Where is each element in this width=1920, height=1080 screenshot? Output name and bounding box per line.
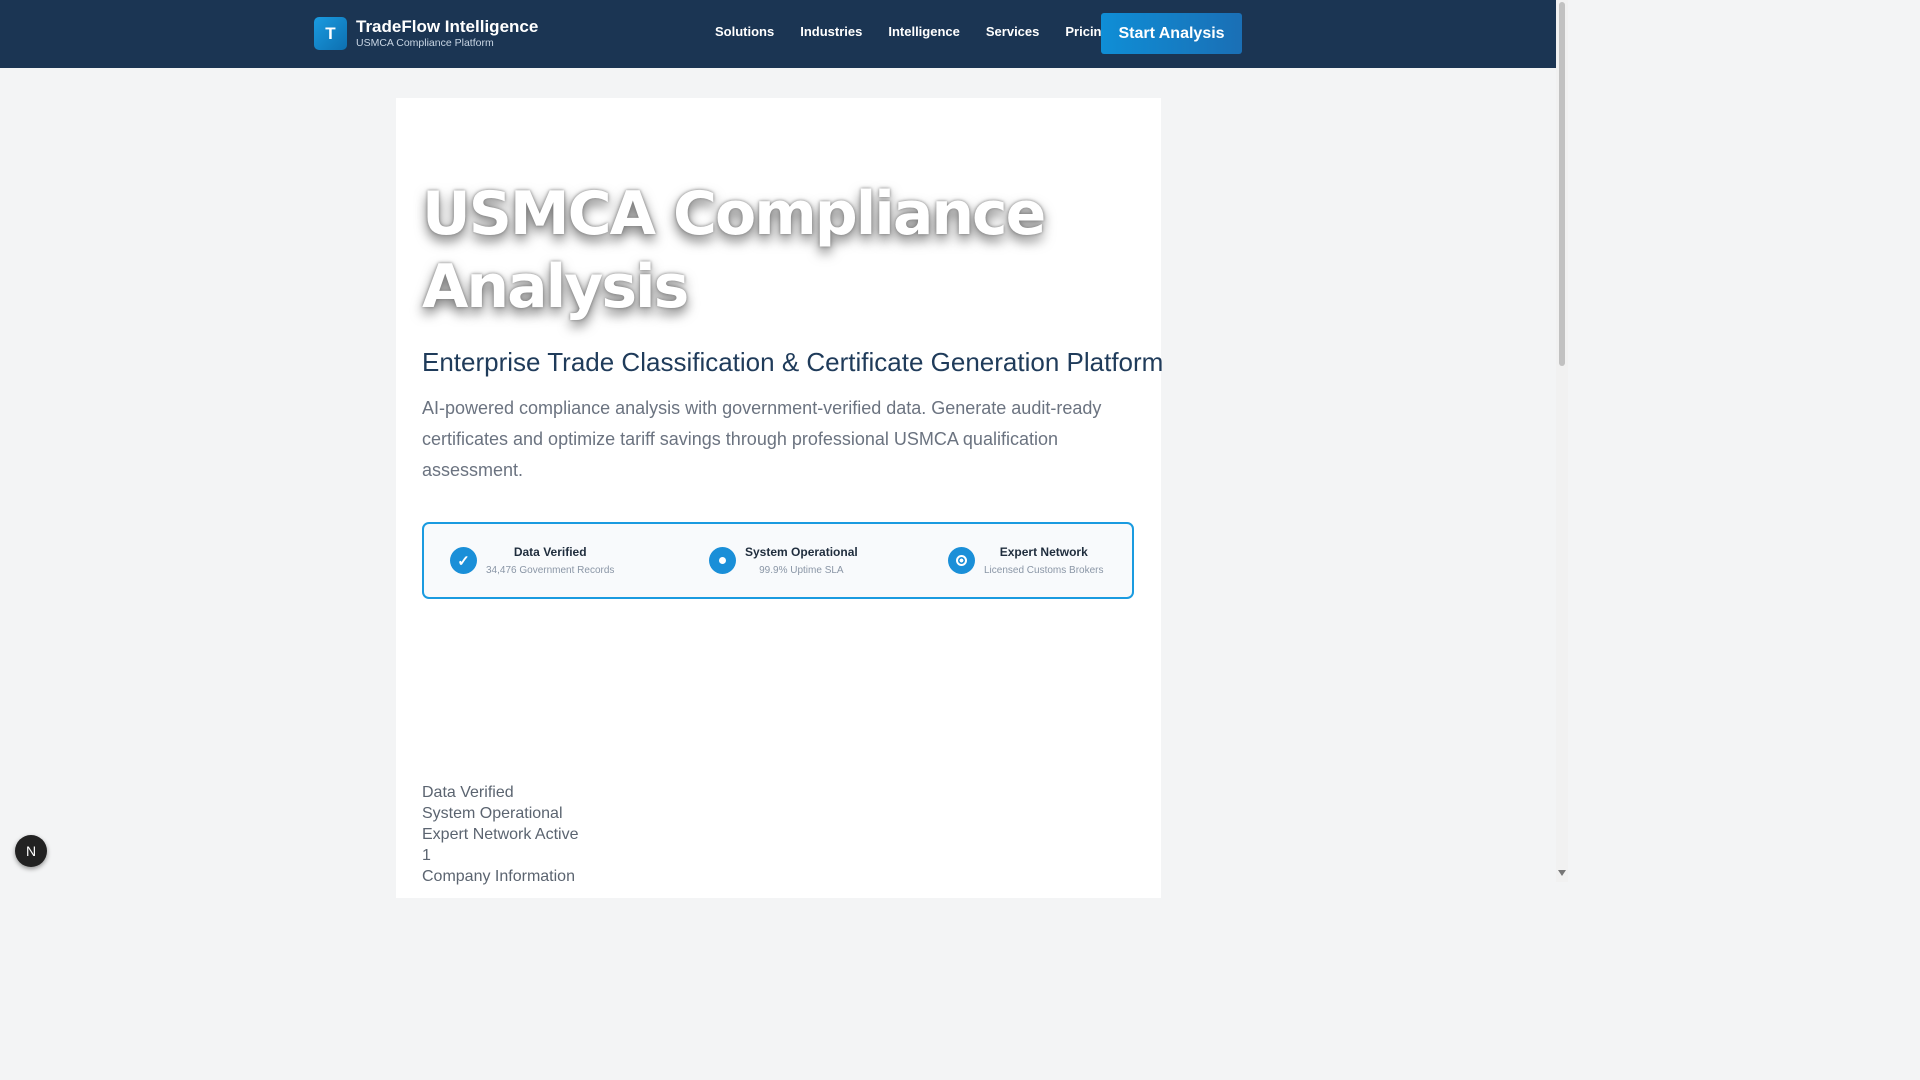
status-meta: 34,476 Government Records [486, 565, 615, 576]
scrollbar-thumb[interactable] [1559, 2, 1565, 366]
status-meta: 99.9% Uptime SLA [759, 565, 844, 576]
hero-description: AI-powered compliance analysis with gove… [422, 398, 1102, 480]
status-meta: Licensed Customs Brokers [984, 565, 1104, 576]
list-item: 1 [422, 847, 431, 864]
list-item: System Operational [422, 805, 563, 822]
nav-industries[interactable]: Industries [800, 24, 862, 39]
status-title: Expert Network [999, 545, 1088, 559]
unstyled-status-list: Data Verified System Operational Expert … [422, 782, 579, 887]
scroll-down-arrow-icon[interactable] [1558, 870, 1566, 876]
status-data-verified: ✓ Data Verified 34,476 Government Record… [450, 524, 614, 597]
list-item: Expert Network Active [422, 826, 579, 843]
brand-name: TradeFlow Intelligence [356, 17, 539, 37]
list-item: Data Verified [422, 784, 514, 801]
dot-icon [709, 547, 736, 574]
brand[interactable]: T TradeFlow Intelligence USMCA Complianc… [314, 17, 538, 50]
status-title: System Operational [745, 545, 858, 559]
brand-tagline: USMCA Compliance Platform [356, 37, 494, 50]
target-icon [948, 547, 975, 574]
status-expert-network: Expert Network Licensed Customs Brokers [948, 524, 1104, 597]
nav-intelligence[interactable]: Intelligence [888, 24, 960, 39]
page-scrollbar[interactable] [1556, 0, 1568, 882]
status-title: Data Verified [513, 545, 587, 559]
hero-title: USMCA Compliance Analysis [422, 179, 1046, 322]
hero-subtitle: Enterprise Trade Classification & Certif… [422, 347, 1164, 377]
brand-logo: T [314, 17, 347, 50]
top-navbar: T TradeFlow Intelligence USMCA Complianc… [0, 0, 1556, 68]
nav-services[interactable]: Services [986, 24, 1040, 39]
list-item: Company Information [422, 868, 575, 885]
start-analysis-button[interactable]: Start Analysis [1101, 13, 1242, 54]
status-panel: ✓ Data Verified 34,476 Government Record… [422, 522, 1134, 599]
nav-solutions[interactable]: Solutions [715, 24, 774, 39]
main-nav: Solutions Industries Intelligence Servic… [702, 24, 1122, 39]
dev-tools-badge[interactable]: N [15, 835, 47, 867]
status-system-operational: System Operational 99.9% Uptime SLA [709, 524, 858, 597]
check-icon: ✓ [450, 547, 477, 574]
